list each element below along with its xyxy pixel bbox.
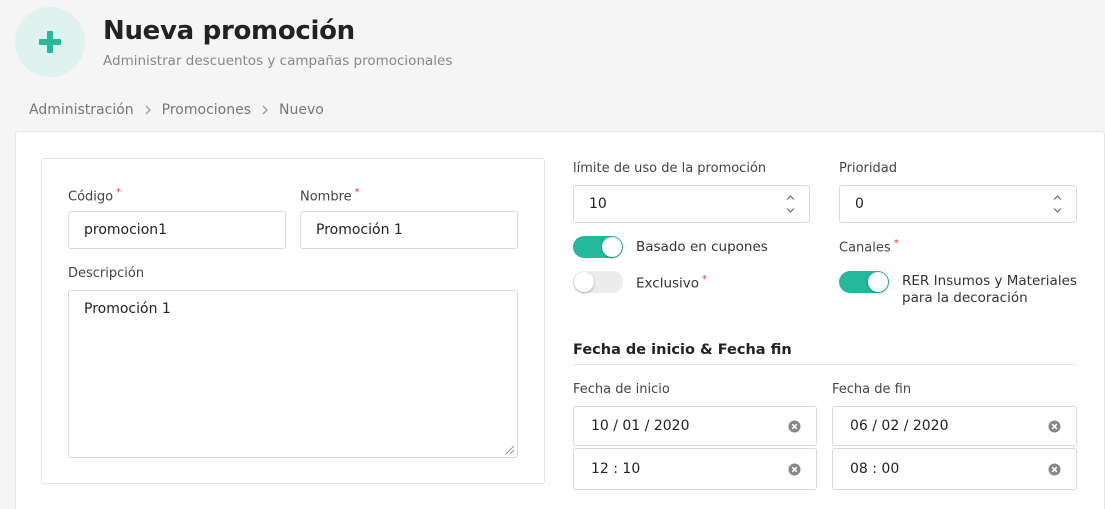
required-marker: *	[702, 274, 708, 285]
exclusivo-toggle[interactable]	[573, 271, 623, 293]
number-spinner[interactable]	[785, 194, 795, 214]
toggle-knob	[602, 237, 622, 257]
fecha-inicio-date-value: 10 / 01 / 2020	[591, 418, 690, 434]
canal-rer-toggle[interactable]	[839, 271, 889, 293]
resize-handle-icon[interactable]	[503, 443, 515, 455]
limite-input[interactable]: 10	[573, 185, 810, 223]
chevron-up-icon[interactable]	[1053, 194, 1062, 201]
page-subtitle: Administrar descuentos y campañas promoc…	[103, 53, 453, 69]
clear-icon[interactable]	[1048, 420, 1061, 433]
canal-rer-label-line1: RER Insumos y Materiales	[902, 273, 1077, 289]
toggle-knob	[574, 272, 594, 292]
breadcrumb: Administración Promociones Nuevo	[29, 102, 324, 118]
fecha-inicio-label: Fecha de inicio	[573, 382, 670, 397]
nombre-input[interactable]: Promoción 1	[300, 211, 518, 249]
basado-cupones-label: Basado en cupones	[636, 239, 768, 255]
prioridad-input[interactable]: 0	[839, 185, 1077, 223]
main-card: Código * promocion1 Nombre * Promoción 1 D…	[15, 131, 1105, 509]
clear-icon[interactable]	[1048, 463, 1061, 476]
descripcion-value: Promoción 1	[84, 301, 171, 317]
chevron-right-icon	[260, 105, 270, 115]
canales-label: Canales *	[839, 238, 899, 256]
canal-rer-label-line2: para la decoración	[902, 290, 1028, 306]
page-header: Nueva promoción Administrar descuentos y…	[0, 0, 1105, 90]
descripcion-textarea[interactable]: Promoción 1	[68, 290, 518, 458]
toggle-knob	[868, 272, 888, 292]
section-divider	[573, 364, 1077, 365]
codigo-input[interactable]: promocion1	[68, 211, 286, 249]
chevron-down-icon[interactable]	[1053, 207, 1062, 214]
chevron-down-icon[interactable]	[786, 207, 795, 214]
fecha-inicio-date-input[interactable]: 10 / 01 / 2020	[573, 406, 817, 446]
canal-rer-label: RER Insumos y Materiales para la decorac…	[902, 273, 1077, 307]
codigo-label: Código *	[68, 187, 122, 205]
fecha-fin-time-input[interactable]: 08 : 00	[832, 448, 1077, 490]
nombre-label: Nombre *	[300, 187, 360, 205]
clear-icon[interactable]	[788, 420, 801, 433]
fecha-inicio-time-input[interactable]: 12 : 10	[573, 448, 817, 490]
exclusivo-label: Exclusivo *	[636, 274, 708, 292]
fecha-fin-date-value: 06 / 02 / 2020	[850, 418, 949, 434]
limite-value: 10	[589, 196, 607, 212]
fecha-fin-date-input[interactable]: 06 / 02 / 2020	[832, 406, 1077, 446]
clear-icon[interactable]	[788, 463, 801, 476]
breadcrumb-item-nuevo: Nuevo	[279, 102, 324, 118]
page-title: Nueva promoción	[103, 16, 355, 46]
plus-icon	[15, 7, 85, 77]
limite-label: límite de uso de la promoción	[573, 161, 767, 176]
chevron-right-icon	[143, 105, 153, 115]
general-info-panel: Código * promocion1 Nombre * Promoción 1 D…	[41, 158, 545, 484]
basado-cupones-toggle[interactable]	[573, 236, 623, 258]
breadcrumb-item-promociones[interactable]: Promociones	[162, 102, 251, 118]
fecha-inicio-time-value: 12 : 10	[591, 461, 641, 477]
fecha-fin-label: Fecha de fin	[832, 382, 912, 397]
breadcrumb-item-administracion[interactable]: Administración	[29, 102, 134, 118]
required-marker: *	[893, 238, 899, 249]
prioridad-label: Prioridad	[839, 161, 897, 176]
fecha-fin-time-value: 08 : 00	[850, 461, 900, 477]
descripcion-label: Descripción	[68, 266, 145, 281]
prioridad-value: 0	[855, 196, 864, 212]
required-marker: *	[354, 187, 360, 198]
chevron-up-icon[interactable]	[786, 194, 795, 201]
fechas-section-title: Fecha de inicio & Fecha fin	[573, 342, 792, 358]
required-marker: *	[116, 187, 122, 198]
number-spinner[interactable]	[1052, 194, 1062, 214]
